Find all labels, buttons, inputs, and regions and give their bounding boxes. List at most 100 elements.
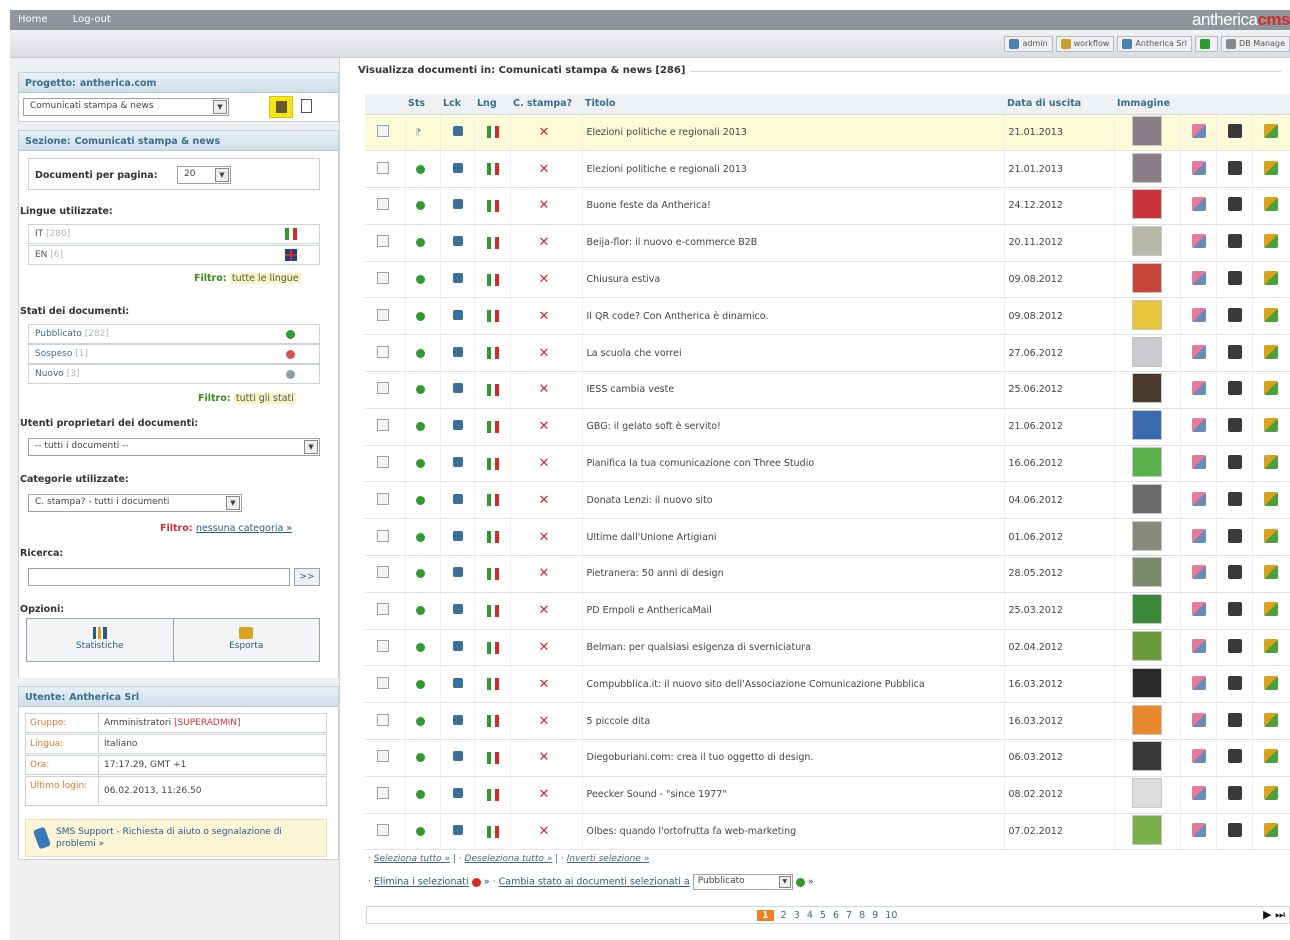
document-title[interactable]: Compubblica.it: il nuovo sito dell'Assoc… [587,679,925,690]
table-row[interactable]: ✕ Compubblica.it: il nuovo sito dell'Asso… [365,665,1290,704]
edit-icon[interactable] [1263,381,1278,396]
row-checkbox[interactable] [377,235,389,248]
edit-icon[interactable] [1263,712,1278,727]
unlock-icon[interactable] [452,567,463,578]
trash-icon[interactable] [1227,455,1242,470]
row-checkbox[interactable] [377,161,389,174]
trash-icon[interactable] [1227,675,1242,690]
document-title[interactable]: Olbes: quando l'ortofrutta fa web-market… [587,826,797,837]
copy-icon[interactable] [1191,271,1206,286]
document-title[interactable]: Il QR code? Con Antherica è dinamico. [587,311,769,322]
document-title[interactable]: Beija-flor: il nuovo e-commerce B2B [587,237,758,248]
column-header[interactable]: Lng [474,94,510,115]
document-title[interactable]: Pietranera: 50 anni di design [587,568,724,579]
project-select[interactable]: Comunicati stampa & news ▼ [23,98,229,116]
column-header[interactable]: Titolo [582,94,1004,115]
page-link[interactable]: 9 [872,910,878,921]
page-link[interactable]: 3 [794,910,800,921]
table-row[interactable]: ✕ PD Empoli e AnthericaMail 25.03.2012 [365,592,1290,630]
row-checkbox[interactable] [377,124,389,137]
invert-selection-link[interactable]: Inverti selezione » [567,854,649,864]
unlock-icon[interactable] [452,493,463,504]
copy-icon[interactable] [1191,749,1206,764]
page-link[interactable]: 8 [859,910,865,921]
document-title[interactable]: Chiusura estiva [587,274,661,285]
column-header[interactable]: Data di uscita [1004,94,1114,115]
search-input[interactable] [28,568,290,586]
row-checkbox[interactable] [377,492,389,505]
trash-icon[interactable] [1227,197,1242,212]
trash-icon[interactable] [1227,749,1242,764]
copy-icon[interactable] [1191,418,1206,433]
table-row[interactable]: ✕ Pianifica la tua comunicazione con Thre… [365,445,1290,483]
column-header[interactable]: Sts [405,94,440,115]
edit-icon[interactable] [1263,307,1278,322]
unlock-icon[interactable] [452,236,463,247]
copy-icon[interactable] [1191,455,1206,470]
unlock-icon[interactable] [452,825,463,836]
toolbar-button[interactable] [1195,36,1219,52]
copy-icon[interactable] [1191,712,1206,727]
new-document-icon[interactable] [301,99,312,113]
edit-icon[interactable] [1263,602,1278,617]
column-header[interactable]: C. stampa? [510,94,582,115]
trash-icon[interactable] [1227,234,1242,249]
search-button[interactable]: >> [294,568,320,586]
document-title[interactable]: 5 piccole dita [587,716,651,727]
row-checkbox[interactable] [377,713,389,726]
copy-icon[interactable] [1191,307,1206,322]
edit-icon[interactable] [1263,344,1278,359]
row-checkbox[interactable] [377,640,389,653]
document-title[interactable]: Buone feste da Antherica! [587,200,711,211]
copy-icon[interactable] [1191,197,1206,212]
row-checkbox[interactable] [377,676,389,689]
row-checkbox[interactable] [377,529,389,542]
row-checkbox[interactable] [377,456,389,469]
row-checkbox[interactable] [377,198,389,211]
trash-icon[interactable] [1227,307,1242,322]
category-filter-link[interactable]: nessuna categoria » [196,523,292,534]
table-row[interactable]: ✕ Elezioni politiche e regionali 2013 21.0… [365,150,1290,189]
row-checkbox[interactable] [377,824,389,837]
table-row[interactable]: ⁋ ✕ Elezioni politiche e regionali 2013 21.… [365,114,1290,152]
table-row[interactable]: ✕ IESS cambia veste 25.06.2012 [365,371,1290,409]
edit-icon[interactable] [1263,786,1278,801]
row-checkbox[interactable] [377,272,389,285]
row-checkbox[interactable] [377,382,389,395]
state-item[interactable]: Nuovo [3] [28,364,320,384]
row-checkbox[interactable] [377,345,389,358]
page-link[interactable]: 2 [781,910,787,921]
trash-icon[interactable] [1227,418,1242,433]
page-link[interactable]: 4 [807,910,813,921]
table-row[interactable]: ✕ Donata Lenzi: il nuovo sito 04.06.2012 [365,481,1290,520]
delete-selected-link[interactable]: Elimina i selezionati [374,877,469,888]
edit-icon[interactable] [1263,749,1278,764]
edit-icon[interactable] [1263,491,1278,506]
copy-icon[interactable] [1191,234,1206,249]
toolbar-button[interactable]: Antherica Srl [1117,36,1193,52]
unlock-icon[interactable] [452,677,463,688]
unlock-icon[interactable] [452,788,463,799]
document-title[interactable]: Ultime dall'Unione Artigiani [587,532,717,543]
edit-icon[interactable] [1263,455,1278,470]
table-row[interactable]: ✕ Diegoburiani.com: crea il tuo oggetto d… [365,739,1290,777]
unlock-icon[interactable] [452,457,463,468]
copy-icon[interactable] [1191,823,1206,838]
state-item[interactable]: Sospeso [1] [28,344,320,364]
edit-icon[interactable] [1263,160,1278,175]
column-header[interactable] [1180,94,1216,115]
unlock-icon[interactable] [452,420,463,431]
trash-icon[interactable] [1227,786,1242,801]
toolbar-button[interactable]: workflow [1055,36,1115,52]
trash-icon[interactable] [1227,528,1242,543]
copy-icon[interactable] [1191,160,1206,175]
trash-icon[interactable] [1227,712,1242,727]
document-title[interactable]: Donata Lenzi: il nuovo sito [587,495,713,506]
state-select[interactable]: Pubblicato ▼ [692,874,793,890]
trash-icon[interactable] [1227,491,1242,506]
export-button[interactable]: Esporta [174,619,320,661]
language-filter[interactable]: Filtro: tutte le lingue [194,273,301,284]
table-row[interactable]: ✕ Chiusura estiva 09.08.2012 [365,261,1290,299]
edit-icon[interactable] [1263,418,1278,433]
table-row[interactable]: ✕ Il QR code? Con Antherica è dinamico. 09… [365,297,1290,336]
